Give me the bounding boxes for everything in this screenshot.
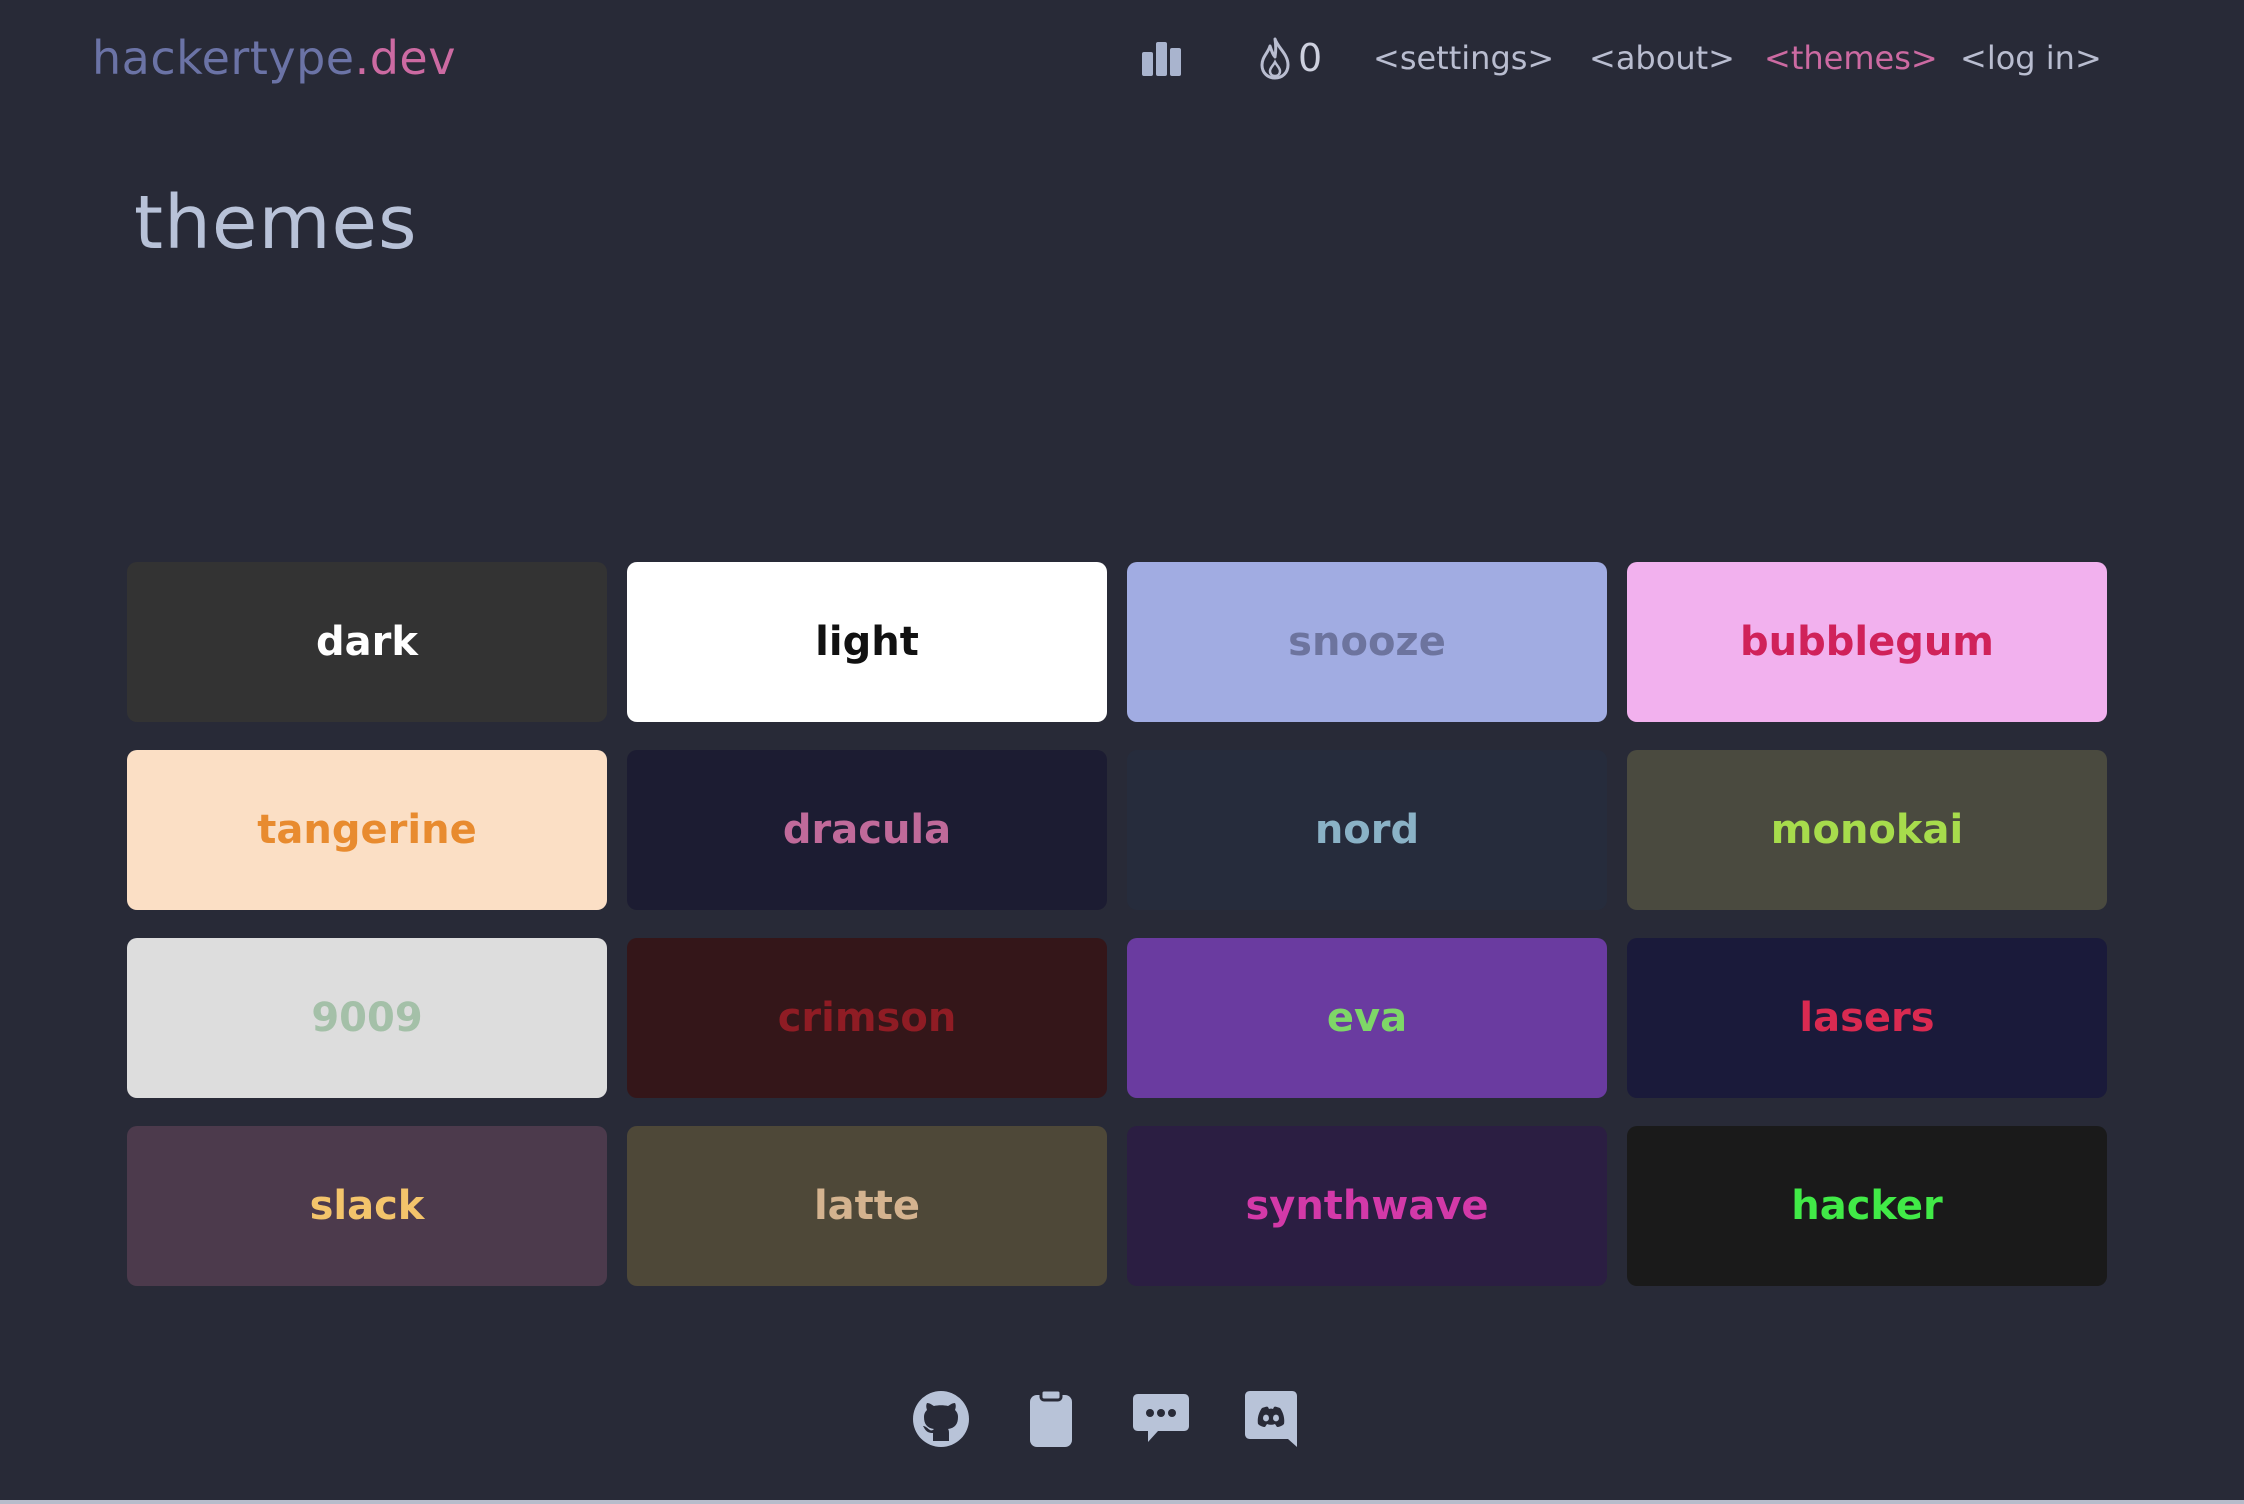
discord-link[interactable] bbox=[1240, 1388, 1302, 1450]
bottom-divider bbox=[0, 1500, 2244, 1504]
nav-login[interactable]: <log in> bbox=[1960, 26, 2102, 90]
github-icon bbox=[913, 1391, 969, 1447]
theme-label: 9009 bbox=[311, 995, 423, 1041]
theme-tile-slack[interactable]: slack bbox=[127, 1126, 607, 1286]
chat-icon bbox=[1133, 1394, 1189, 1442]
theme-label: lasers bbox=[1799, 995, 1935, 1041]
theme-label: tangerine bbox=[257, 807, 477, 853]
theme-label: bubblegum bbox=[1739, 619, 1994, 665]
theme-tile-eva[interactable]: eva bbox=[1127, 938, 1607, 1098]
theme-tile-nord[interactable]: nord bbox=[1127, 750, 1607, 910]
nav-about[interactable]: <about> bbox=[1589, 26, 1735, 90]
theme-label: light bbox=[815, 619, 919, 665]
theme-label: snooze bbox=[1288, 619, 1446, 665]
chat-link[interactable] bbox=[1130, 1388, 1192, 1450]
theme-tile-synthwave[interactable]: synthwave bbox=[1127, 1126, 1607, 1286]
theme-label: slack bbox=[309, 1183, 425, 1229]
theme-label: synthwave bbox=[1245, 1183, 1489, 1229]
top-nav: 0 <settings> <about> <themes> <log in> bbox=[0, 26, 2244, 90]
theme-label: nord bbox=[1314, 807, 1420, 853]
theme-label: crimson bbox=[777, 995, 957, 1041]
github-link[interactable] bbox=[910, 1388, 972, 1450]
theme-label: hacker bbox=[1791, 1183, 1943, 1229]
theme-grid: dark light snooze bubblegum tangerine dracula… bbox=[127, 562, 2127, 1286]
theme-label: dracula bbox=[782, 807, 952, 853]
theme-tile-9009[interactable]: 9009 bbox=[127, 938, 607, 1098]
bar-chart-icon bbox=[1142, 42, 1181, 76]
theme-label: eva bbox=[1326, 995, 1408, 1041]
theme-label: latte bbox=[813, 1183, 921, 1229]
nav-themes[interactable]: <themes> bbox=[1764, 26, 1938, 90]
page-title: themes bbox=[134, 180, 418, 266]
theme-tile-monokai[interactable]: monokai bbox=[1627, 750, 2107, 910]
clipboard-icon bbox=[1030, 1389, 1072, 1447]
flame-icon bbox=[1260, 37, 1290, 80]
theme-tile-tangerine[interactable]: tangerine bbox=[127, 750, 607, 910]
theme-tile-hacker[interactable]: hacker bbox=[1627, 1126, 2107, 1286]
streak-indicator[interactable]: 0 bbox=[1258, 26, 1322, 90]
theme-tile-crimson[interactable]: crimson bbox=[627, 938, 1107, 1098]
theme-tile-dracula[interactable]: dracula bbox=[627, 750, 1107, 910]
leaderboard-button[interactable] bbox=[1140, 26, 1184, 90]
theme-tile-latte[interactable]: latte bbox=[627, 1126, 1107, 1286]
theme-label: monokai bbox=[1770, 807, 1964, 853]
streak-count: 0 bbox=[1298, 36, 1323, 80]
theme-tile-lasers[interactable]: lasers bbox=[1627, 938, 2107, 1098]
clipboard-link[interactable] bbox=[1020, 1388, 1082, 1450]
footer-links bbox=[910, 1388, 1302, 1450]
discord-icon bbox=[1245, 1391, 1297, 1447]
theme-tile-bubblegum[interactable]: bubblegum bbox=[1627, 562, 2107, 722]
theme-label: dark bbox=[316, 619, 418, 665]
theme-tile-snooze[interactable]: snooze bbox=[1127, 562, 1607, 722]
theme-tile-light[interactable]: light bbox=[627, 562, 1107, 722]
nav-settings[interactable]: <settings> bbox=[1373, 26, 1554, 90]
theme-tile-dark[interactable]: dark bbox=[127, 562, 607, 722]
